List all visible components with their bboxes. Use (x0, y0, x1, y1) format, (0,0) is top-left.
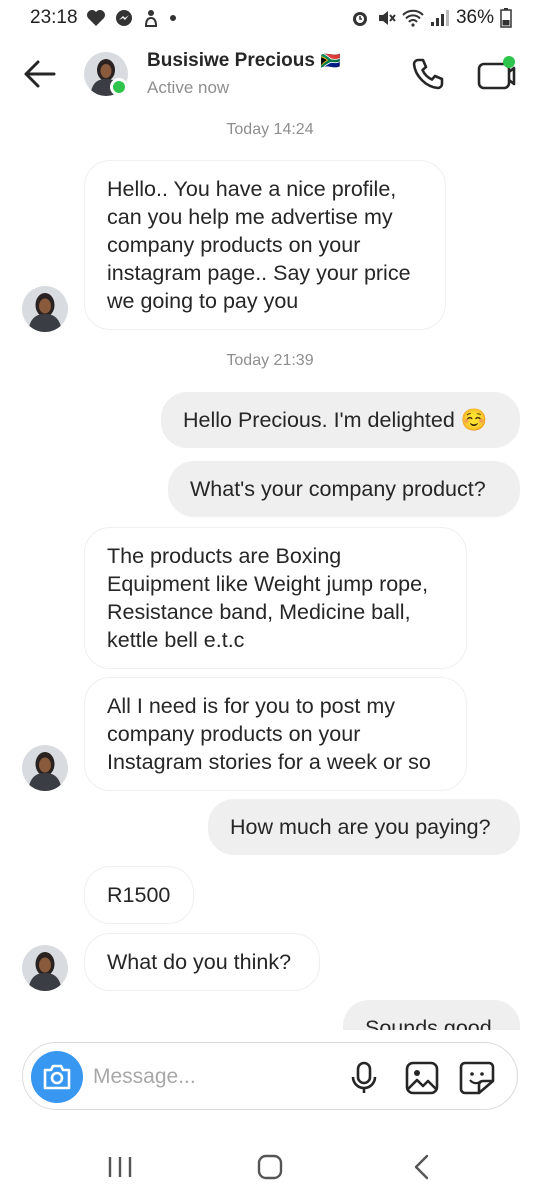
system-back-button[interactable] (412, 1154, 432, 1180)
online-indicator (110, 78, 128, 96)
message-received[interactable]: Hello.. You have a nice profile, can you… (84, 160, 446, 330)
contact-status: Active now (147, 78, 230, 97)
video-camera-icon (477, 56, 516, 90)
message-received[interactable]: All I need is for you to post my company… (84, 677, 467, 791)
timestamp: Today 21:39 (226, 352, 314, 369)
messenger-icon (114, 8, 134, 28)
signal-icon (430, 9, 450, 27)
alarm-icon (350, 8, 370, 28)
message-composer (22, 1042, 518, 1110)
back-button[interactable] (22, 58, 58, 90)
message-sent[interactable]: How much are you paying? (208, 799, 520, 855)
message-received[interactable]: The products are Boxing Equipment like W… (84, 527, 467, 669)
microphone-button[interactable] (349, 1061, 379, 1095)
sticker-icon (459, 1061, 495, 1095)
home-button[interactable] (256, 1154, 284, 1180)
message-received[interactable]: R1500 (84, 866, 194, 924)
image-icon (405, 1061, 439, 1095)
system-nav-bar (0, 1130, 540, 1200)
notification-icon (142, 8, 160, 28)
camera-button[interactable] (31, 1051, 83, 1103)
message-clip: Sounds good (0, 990, 540, 1030)
message-input[interactable] (93, 1057, 333, 1097)
mute-icon (376, 8, 396, 28)
dot-icon (168, 13, 178, 23)
chat-header: Busisiwe Precious 🇿🇦 Active now (0, 36, 540, 114)
status-right: 36% (350, 7, 512, 29)
sender-avatar[interactable] (22, 286, 68, 332)
wifi-icon (402, 9, 424, 27)
heart-icon (86, 9, 106, 27)
message-sent[interactable]: Sounds good (343, 1000, 520, 1030)
recent-apps-icon (108, 1157, 132, 1177)
sender-avatar[interactable] (22, 745, 68, 791)
phone-icon (412, 58, 444, 90)
status-time: 23:18 (30, 7, 78, 28)
chevron-left-icon (414, 1154, 429, 1180)
contact-name: Busisiwe Precious (147, 50, 315, 71)
message-sent[interactable]: Hello Precious. I'm delighted ☺️ (161, 392, 520, 448)
battery-percent: 36% (455, 7, 494, 28)
sticker-button[interactable] (459, 1061, 495, 1095)
arrow-left-icon (24, 60, 56, 88)
timestamp: Today 14:24 (226, 121, 314, 138)
video-call-button[interactable] (476, 56, 516, 92)
status-left: 23:18 (30, 7, 178, 29)
message-sent[interactable]: What's your company product? (168, 461, 520, 517)
microphone-icon (351, 1061, 377, 1093)
home-icon (257, 1154, 283, 1180)
sender-avatar[interactable] (22, 945, 68, 991)
gallery-button[interactable] (405, 1061, 439, 1095)
contact-name-row[interactable]: Busisiwe Precious 🇿🇦 (147, 50, 341, 72)
camera-icon (43, 1064, 71, 1090)
status-bar: 23:18 36% (0, 0, 540, 36)
message-received[interactable]: What do you think? (84, 933, 320, 991)
battery-icon (500, 8, 512, 28)
flag-emoji: 🇿🇦 (320, 53, 341, 70)
recent-apps-button[interactable] (106, 1156, 134, 1178)
voice-call-button[interactable] (410, 56, 446, 92)
